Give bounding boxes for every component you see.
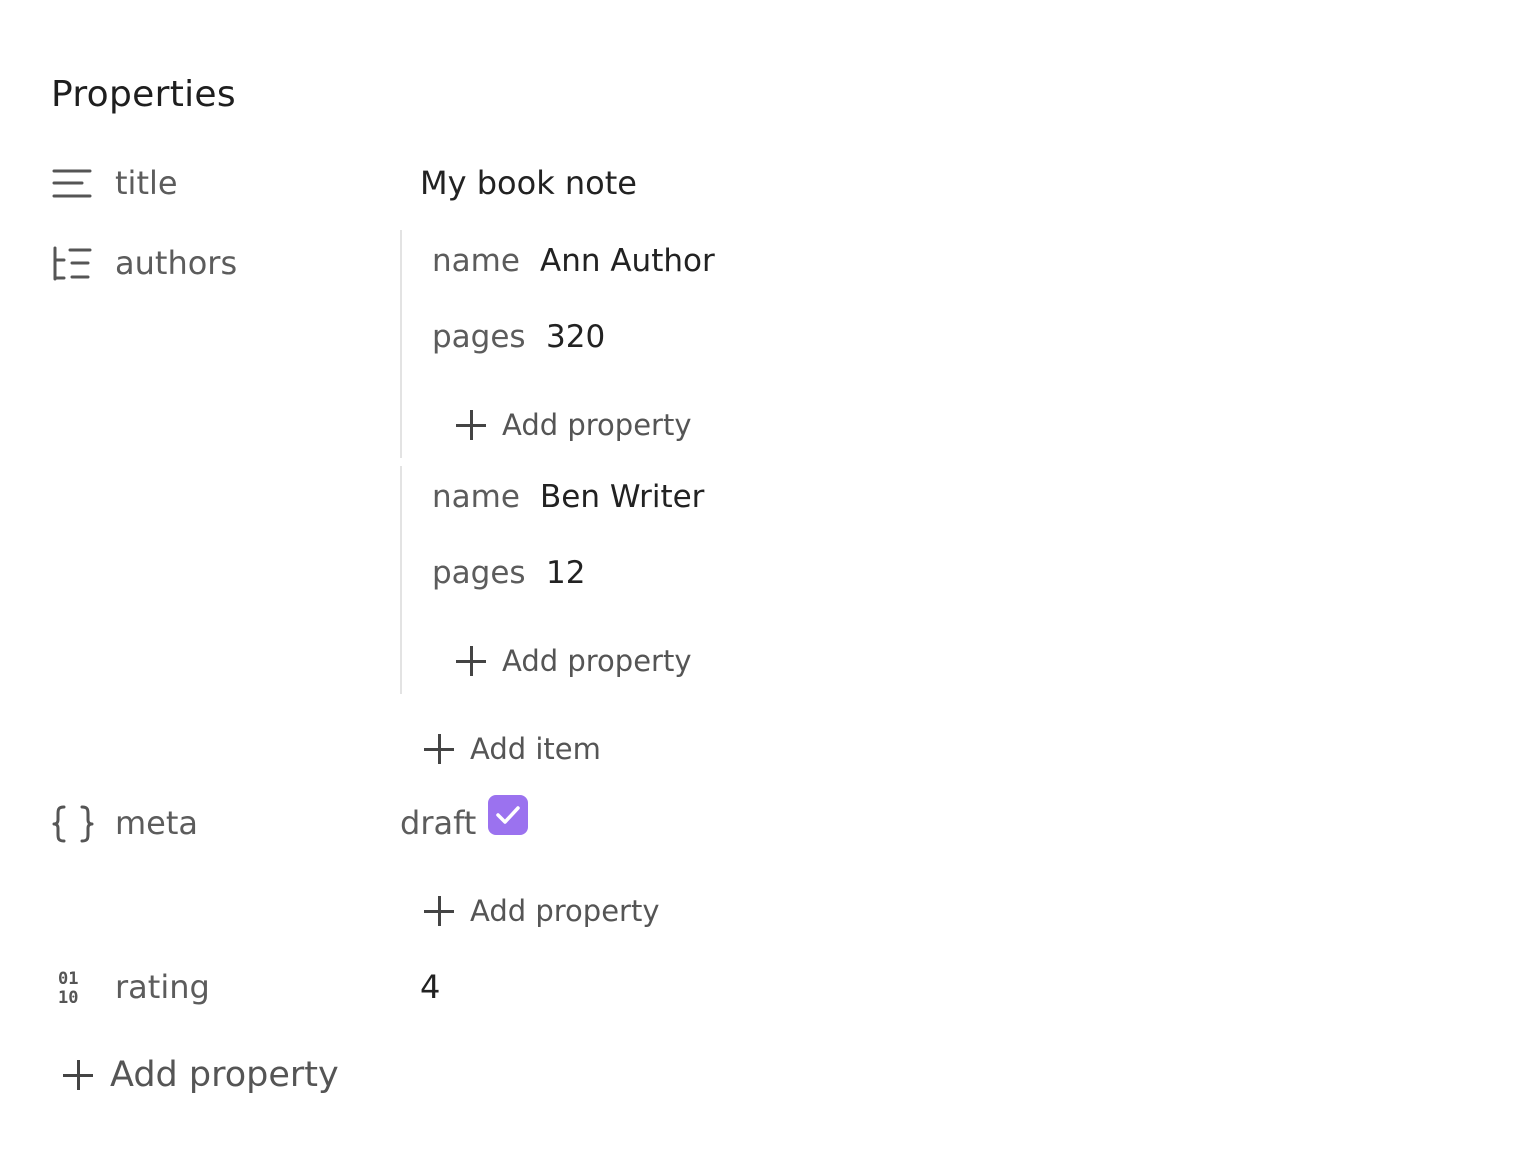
property-key-authors[interactable]: authors bbox=[115, 243, 237, 283]
svg-text:01: 01 bbox=[58, 969, 78, 989]
item-field-key-name[interactable]: name bbox=[432, 477, 520, 517]
add-property-button[interactable]: Add property bbox=[62, 1055, 339, 1095]
add-item-label: Add item bbox=[470, 732, 601, 766]
property-value-title[interactable]: My book note bbox=[420, 163, 637, 203]
plus-icon bbox=[423, 895, 455, 927]
property-key-meta[interactable]: meta bbox=[115, 803, 198, 843]
add-property-label: Add property bbox=[502, 644, 692, 678]
panel-heading: Properties bbox=[51, 74, 236, 115]
add-property-button[interactable]: Add property bbox=[423, 891, 660, 931]
item-field-value-name[interactable]: Ann Author bbox=[540, 241, 715, 281]
item-field-value-pages[interactable]: 320 bbox=[546, 317, 605, 357]
svg-text:10: 10 bbox=[58, 988, 78, 1008]
list-item-divider bbox=[400, 466, 402, 694]
add-property-label: Add property bbox=[470, 894, 660, 928]
item-field-key-name[interactable]: name bbox=[432, 241, 520, 281]
plus-icon bbox=[423, 733, 455, 765]
add-property-label: Add property bbox=[502, 408, 692, 442]
list-tree-icon bbox=[52, 246, 92, 286]
checkmark-icon bbox=[496, 806, 520, 824]
item-field-value-name[interactable]: Ben Writer bbox=[540, 477, 704, 517]
binary-number-icon: 01 10 bbox=[56, 968, 92, 1012]
plus-icon bbox=[455, 645, 487, 677]
add-item-button[interactable]: Add item bbox=[423, 729, 601, 769]
item-field-key-pages[interactable]: pages bbox=[432, 317, 526, 357]
draft-checkbox[interactable] bbox=[488, 795, 528, 835]
property-key-rating[interactable]: rating bbox=[115, 967, 210, 1007]
property-value-rating[interactable]: 4 bbox=[420, 967, 440, 1007]
add-property-button[interactable]: Add property bbox=[455, 405, 692, 445]
add-property-label: Add property bbox=[110, 1055, 339, 1095]
list-item-divider bbox=[400, 230, 402, 458]
braces-icon bbox=[52, 804, 94, 848]
property-key-title[interactable]: title bbox=[115, 163, 178, 203]
plus-icon bbox=[455, 409, 487, 441]
plus-icon bbox=[62, 1059, 94, 1091]
item-field-value-pages[interactable]: 12 bbox=[546, 553, 585, 593]
meta-field-key-draft[interactable]: draft bbox=[400, 803, 476, 843]
add-property-button[interactable]: Add property bbox=[455, 641, 692, 681]
text-lines-icon bbox=[52, 166, 92, 206]
item-field-key-pages[interactable]: pages bbox=[432, 553, 526, 593]
